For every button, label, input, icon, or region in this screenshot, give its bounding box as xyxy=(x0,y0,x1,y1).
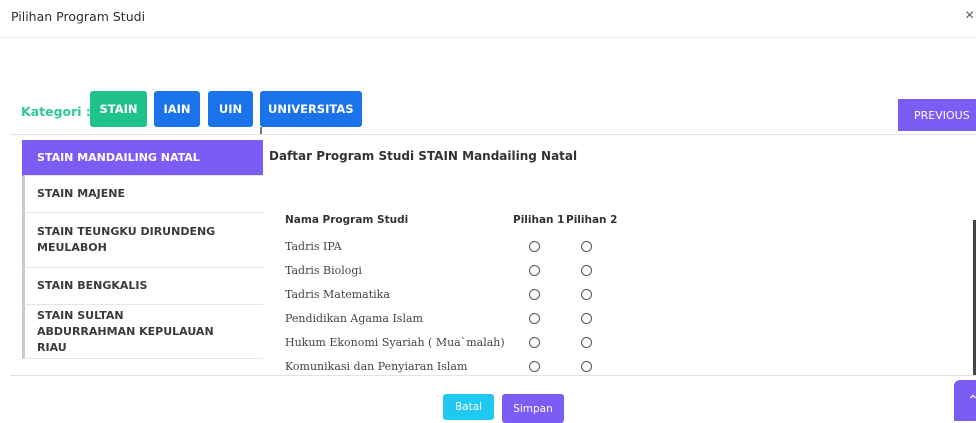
radio-pilihan-1[interactable] xyxy=(529,361,540,372)
sidebar-item-stain-bengkalis[interactable]: STAIN BENGKALIS xyxy=(22,268,263,305)
kategori-label: Kategori : xyxy=(21,104,91,119)
sidebar-item-stain-teungku-dirundeng[interactable]: STAIN TEUNGKU DIRUNDENG MEULABOH xyxy=(22,213,263,268)
sidebar-item-label: STAIN BENGKALIS xyxy=(37,279,148,292)
category-button-uin[interactable]: UIN xyxy=(208,91,253,127)
program-name: Pendidikan Agama Islam xyxy=(285,312,423,325)
sidebar-item-label: STAIN SULTAN ABDURRAHMAN KEPULAUAN RIAU xyxy=(37,308,214,354)
section-title: Daftar Program Studi STAIN Mandailing Na… xyxy=(269,149,578,163)
scroll-top-button[interactable]: ⌃ xyxy=(954,380,976,421)
close-icon[interactable]: × xyxy=(965,8,974,24)
sidebar-item-stain-sultan-abdurrahman[interactable]: STAIN SULTAN ABDURRAHMAN KEPULAUAN RIAU xyxy=(22,305,263,359)
column-header-pilihan-1: Pilihan 1 xyxy=(513,214,565,226)
previous-button[interactable]: PREVIOUS xyxy=(898,99,976,131)
radio-pilihan-2[interactable] xyxy=(581,265,592,276)
category-button-universitas[interactable]: UNIVERSITAS xyxy=(260,91,362,127)
program-name: Hukum Ekonomi Syariah ( Mua`malah) xyxy=(285,336,505,349)
column-header-pilihan-2: Pilihan 2 xyxy=(566,214,618,226)
radio-pilihan-1[interactable] xyxy=(529,313,540,324)
column-header-name: Nama Program Studi xyxy=(285,214,409,226)
radio-pilihan-2[interactable] xyxy=(581,337,592,348)
category-button-stain[interactable]: STAIN xyxy=(90,91,147,127)
radio-pilihan-2[interactable] xyxy=(581,361,592,372)
program-name: Tadris Biologi xyxy=(285,264,362,277)
sidebar-item-stain-mandailing-natal[interactable]: STAIN MANDAILING NATAL xyxy=(22,140,263,176)
radio-pilihan-1[interactable] xyxy=(529,241,540,252)
sidebar-item-stain-majene[interactable]: STAIN MAJENE xyxy=(22,176,263,213)
sidebar-item-label: STAIN MANDAILING NATAL xyxy=(37,150,200,164)
batal-button[interactable]: Batal xyxy=(443,394,494,420)
category-button-iain[interactable]: IAIN xyxy=(154,91,200,127)
radio-pilihan-1[interactable] xyxy=(529,289,540,300)
radio-pilihan-2[interactable] xyxy=(581,289,592,300)
radio-pilihan-1[interactable] xyxy=(529,265,540,276)
program-name: Komunikasi dan Penyiaran Islam xyxy=(285,360,468,373)
simpan-button[interactable]: Simpan xyxy=(502,394,564,423)
sidebar: STAIN MANDAILING NATAL STAIN MAJENE STAI… xyxy=(22,140,263,359)
sidebar-item-label: STAIN MAJENE xyxy=(37,187,125,200)
modal-header: Pilihan Program Studi × xyxy=(0,0,976,38)
sidebar-item-label: STAIN TEUNGKU DIRUNDENG MEULABOH xyxy=(37,225,216,254)
radio-pilihan-2[interactable] xyxy=(581,313,592,324)
program-name: Tadris Matematika xyxy=(285,288,390,301)
radio-pilihan-2[interactable] xyxy=(581,241,592,252)
chevron-up-icon: ⌃ xyxy=(967,392,976,408)
modal-title: Pilihan Program Studi xyxy=(11,9,146,24)
program-name: Tadris IPA xyxy=(285,240,342,253)
radio-pilihan-1[interactable] xyxy=(529,337,540,348)
